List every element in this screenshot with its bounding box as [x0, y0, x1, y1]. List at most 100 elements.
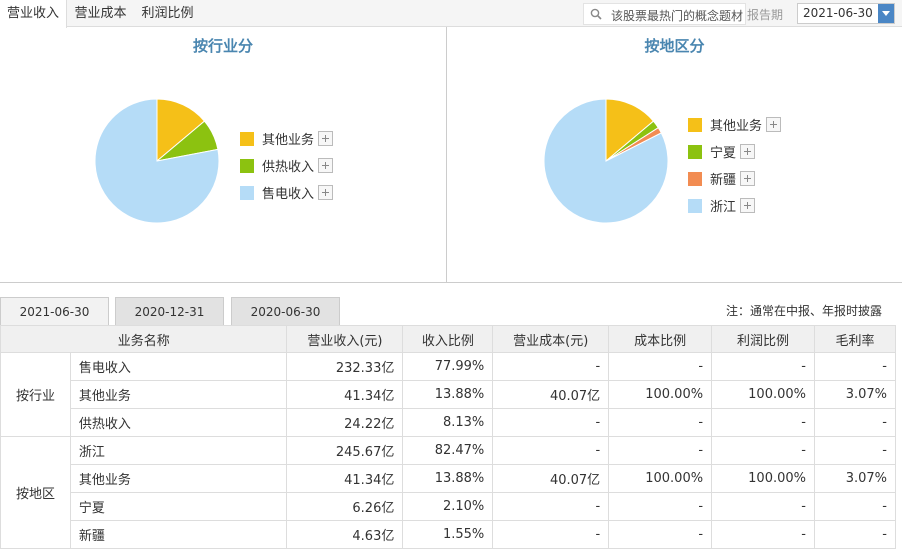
- value-cell: -: [492, 520, 610, 549]
- period-tab-2021-06-30[interactable]: 2021-06-30: [0, 297, 109, 325]
- legend-label: 售电收入: [262, 187, 315, 202]
- disclosure-note: 注：通常在中报、年报时披露: [726, 304, 883, 318]
- expand-plus-icon[interactable]: [740, 171, 756, 186]
- value-cell: -: [814, 492, 896, 521]
- tab-cost[interactable]: 营业成本: [67, 0, 134, 27]
- value-cell: 41.34亿: [286, 380, 404, 409]
- value-cell: 100.00%: [711, 380, 815, 409]
- legend-swatch: [688, 198, 702, 213]
- expand-plus-icon[interactable]: [766, 117, 782, 132]
- business-name-cell: 供热收入: [69, 408, 288, 437]
- value-cell: 4.63亿: [286, 520, 404, 549]
- industry-pie-chart: [94, 98, 220, 224]
- table-row: 按地区 浙江 245.67亿 82.47% - - - -: [0, 436, 896, 549]
- business-name-cell: 新疆: [69, 520, 288, 549]
- value-cell: -: [814, 408, 896, 437]
- industry-panel: 按行业分 其他业务 供热收入 售电收入: [0, 27, 447, 283]
- search-input[interactable]: 该股票最热门的概念题材: [583, 3, 746, 25]
- col-header: 营业成本(元): [492, 325, 610, 353]
- legend-label: 浙江: [710, 200, 737, 215]
- report-period-label: 报告期: [747, 8, 784, 22]
- legend-label: 其他业务: [710, 119, 763, 134]
- expand-plus-icon[interactable]: [318, 131, 334, 146]
- period-tab-2020-06-30[interactable]: 2020-06-30: [231, 297, 340, 325]
- expand-plus-icon[interactable]: [740, 144, 756, 159]
- legend-swatch: [240, 185, 254, 200]
- legend-item-ningxia: 宁夏: [688, 138, 781, 165]
- value-cell: -: [814, 520, 896, 549]
- legend-item-zhejiang: 浙江: [688, 192, 781, 219]
- business-name-cell: 其他业务: [69, 380, 288, 409]
- value-cell: 100.00%: [608, 464, 713, 493]
- table-row: 其他业务 41.34亿 13.88% 40.07亿 100.00% 100.00% 3.07…: [1, 380, 896, 409]
- business-name-cell: 浙江: [69, 436, 288, 465]
- value-cell: 1.55%: [402, 520, 494, 549]
- col-header: 利润比例: [711, 325, 815, 353]
- value-cell: -: [711, 436, 815, 465]
- expand-plus-icon[interactable]: [318, 158, 334, 173]
- tab-revenue[interactable]: 营业收入: [0, 0, 67, 28]
- value-cell: 245.67亿: [286, 436, 404, 465]
- legend-label: 宁夏: [710, 146, 737, 161]
- value-cell: 41.34亿: [286, 464, 404, 493]
- region-panel: 按地区分 其他业务 宁夏 新疆 浙江: [447, 27, 902, 283]
- value-cell: 3.07%: [814, 464, 896, 493]
- value-cell: -: [608, 492, 713, 521]
- legend-label: 新疆: [710, 173, 737, 188]
- value-cell: 13.88%: [402, 380, 494, 409]
- value-cell: -: [608, 520, 713, 549]
- legend-item-power: 售电收入: [240, 179, 334, 206]
- value-cell: 40.07亿: [492, 380, 610, 409]
- business-name-cell: 售电收入: [69, 352, 288, 381]
- value-cell: 100.00%: [711, 464, 815, 493]
- value-cell: 6.26亿: [286, 492, 404, 521]
- chevron-down-icon[interactable]: [878, 4, 894, 23]
- value-cell: -: [814, 436, 896, 465]
- value-cell: -: [814, 352, 896, 381]
- region-pie-chart: [543, 98, 669, 224]
- legend-item-other: 其他业务: [240, 125, 334, 152]
- legend-item-other: 其他业务: [688, 111, 782, 138]
- table-header-row: 业务名称 营业收入(元) 收入比例 营业成本(元) 成本比例 利润比例 毛利率: [0, 325, 896, 353]
- table-row: 新疆 4.63亿 1.55% - - - -: [1, 520, 896, 549]
- value-cell: 2.10%: [402, 492, 494, 521]
- col-header: 毛利率: [814, 325, 896, 353]
- search-icon: [590, 8, 602, 20]
- value-cell: 100.00%: [608, 380, 713, 409]
- legend-swatch: [240, 158, 254, 173]
- value-cell: -: [492, 408, 610, 437]
- col-header: 成本比例: [608, 325, 713, 353]
- table-row: 供热收入 24.22亿 8.13% - - - -: [1, 408, 896, 437]
- legend-label: 其他业务: [262, 133, 315, 148]
- period-tab-2020-12-31[interactable]: 2020-12-31: [115, 297, 224, 325]
- region-panel-title: 按地区分: [644, 37, 705, 55]
- legend-swatch: [688, 171, 702, 186]
- value-cell: 232.33亿: [286, 352, 404, 381]
- legend-item-heat: 供热收入: [240, 152, 334, 179]
- value-cell: 3.07%: [814, 380, 896, 409]
- value-cell: 82.47%: [402, 436, 494, 465]
- business-name-cell: 宁夏: [69, 492, 288, 521]
- tab-profit-ratio[interactable]: 利润比例: [134, 0, 201, 27]
- table-row: 宁夏 6.26亿 2.10% - - - -: [1, 492, 896, 521]
- group-label: 按行业: [0, 352, 71, 437]
- table-row: 其他业务 41.34亿 13.88% 40.07亿 100.00% 100.00% 3.07…: [1, 464, 896, 493]
- value-cell: 77.99%: [402, 352, 494, 381]
- table-row: 按行业 售电收入 232.33亿 77.99% - - - -: [0, 352, 896, 437]
- region-legend: 其他业务 宁夏 新疆 浙江: [688, 111, 782, 219]
- value-cell: 8.13%: [402, 408, 494, 437]
- expand-plus-icon[interactable]: [318, 185, 334, 200]
- business-name-cell: 其他业务: [69, 464, 288, 493]
- business-table: 业务名称 营业收入(元) 收入比例 营业成本(元) 成本比例 利润比例 毛利率 …: [0, 325, 896, 549]
- legend-item-xinjiang: 新疆: [688, 165, 781, 192]
- value-cell: 24.22亿: [286, 408, 404, 437]
- value-cell: -: [492, 352, 610, 381]
- report-period-select[interactable]: 2021-06-30: [797, 3, 895, 24]
- expand-plus-icon[interactable]: [740, 198, 756, 213]
- legend-swatch: [688, 144, 702, 159]
- legend-label: 供热收入: [262, 160, 315, 175]
- industry-legend: 其他业务 供热收入 售电收入: [240, 125, 334, 206]
- value-cell: 40.07亿: [492, 464, 610, 493]
- search-placeholder: 该股票最热门的概念题材: [611, 9, 744, 23]
- value-cell: -: [608, 436, 713, 465]
